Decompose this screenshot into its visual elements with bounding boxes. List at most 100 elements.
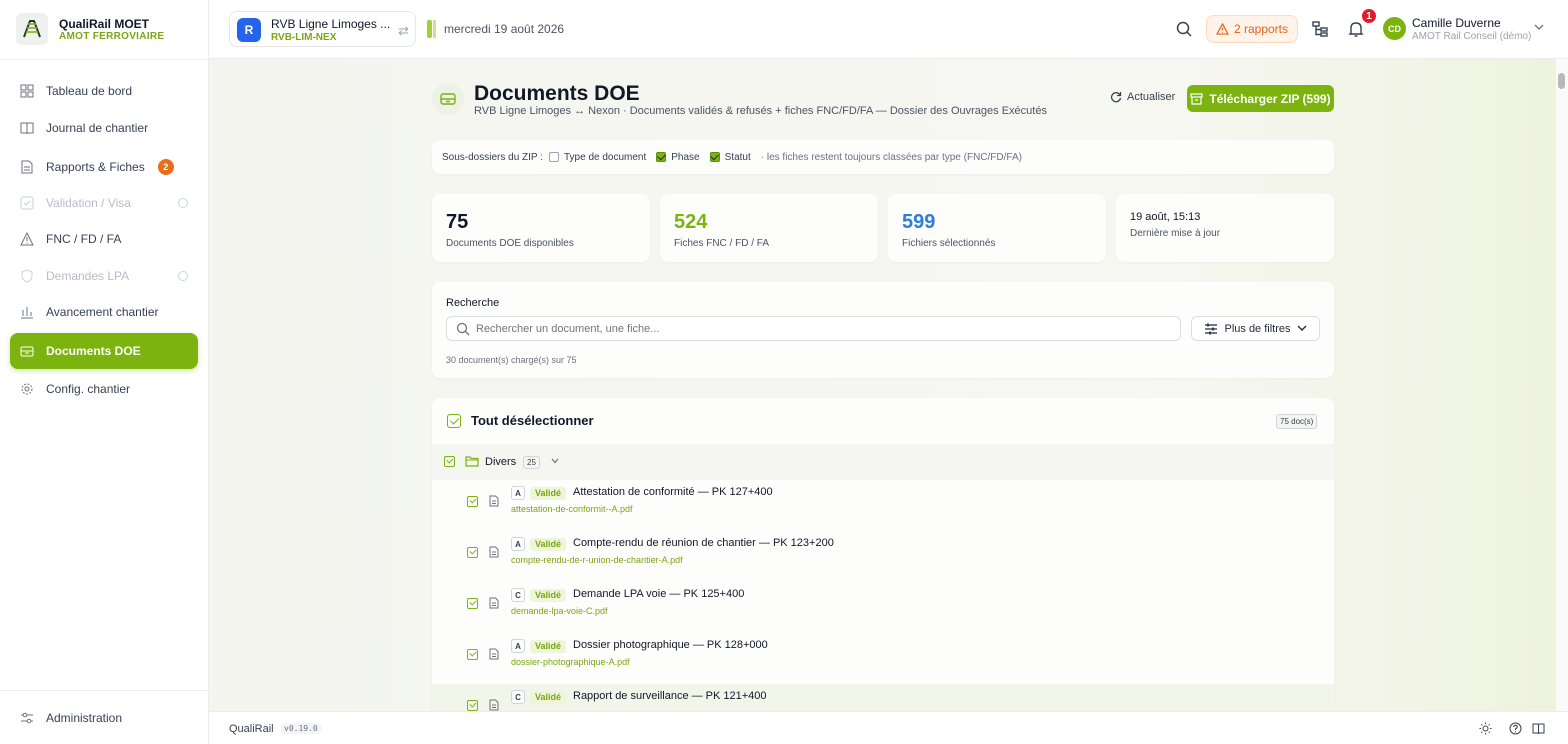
sidebar-item-label: Administration (46, 711, 123, 725)
sidebar-item-label: FNC / FD / FA (46, 232, 122, 246)
stat-value: 524 (674, 211, 708, 233)
shield-icon (21, 269, 33, 283)
list-item[interactable]: C Validé Rapport de surveillance — PK 12… (432, 684, 1334, 711)
checkbox[interactable] (548, 152, 559, 162)
project-selector[interactable]: R RVB Ligne Limoges ... RVB-LIM-NEX ⇄ (229, 11, 416, 47)
document-title[interactable]: Attestation de conformité — PK 127+400 (573, 486, 773, 498)
refresh-icon (1110, 92, 1122, 103)
sidebar-item-config[interactable]: Config. chantier (10, 371, 198, 407)
switch-icon: ⇄ (398, 23, 409, 38)
group-count-badge: 25 (523, 456, 540, 469)
version-badge: C (511, 588, 525, 602)
document-filename[interactable]: compte-rendu-de-r-union-de-chantier-A.pd… (511, 555, 683, 565)
last-update-value: 19 août, 15:13 (1130, 211, 1201, 223)
chevron-down-icon (1297, 325, 1307, 331)
refresh-button[interactable]: Actualiser (1110, 91, 1175, 103)
search-input[interactable] (446, 316, 1181, 341)
document-icon (489, 699, 499, 711)
item-checkbox[interactable] (467, 547, 478, 558)
option-type-document[interactable]: Type de document (548, 151, 647, 163)
list-item[interactable]: C Validé Demande LPA voie — PK 125+400 d… (432, 582, 1334, 633)
documents-list: Tout désélectionner 75 doc(s) Divers 25 … (432, 398, 1334, 711)
stat-card-fiches: 524 Fiches FNC / FD / FA (660, 194, 878, 262)
sitemap-icon[interactable] (1311, 20, 1329, 38)
deselect-all-label[interactable]: Tout désélectionner (471, 413, 594, 428)
archive-icon (20, 346, 34, 357)
main-content: Documents DOE RVB Ligne Limoges ↔ Nexon … (209, 59, 1556, 711)
topbar: R RVB Ligne Limoges ... RVB-LIM-NEX ⇄ me… (209, 0, 1568, 59)
search-icon (456, 322, 470, 336)
avatar[interactable]: CD (1383, 17, 1406, 40)
deselect-all-checkbox[interactable] (447, 414, 461, 428)
document-filename[interactable]: dossier-photographique-A.pdf (511, 657, 630, 667)
item-checkbox[interactable] (467, 649, 478, 660)
project-code: RVB-LIM-NEX (271, 32, 337, 43)
checkbox[interactable] (709, 152, 720, 162)
status-badge: Validé (530, 487, 567, 500)
list-item[interactable]: A Validé Compte-rendu de réunion de chan… (432, 531, 1334, 582)
scrollbar[interactable] (1556, 59, 1568, 711)
group-row-divers[interactable]: Divers 25 (432, 444, 1334, 480)
list-item[interactable]: A Validé Attestation de conformité — PK … (432, 480, 1334, 531)
check-square-icon (20, 196, 34, 210)
item-checkbox[interactable] (467, 496, 478, 507)
status-badge: Validé (530, 538, 567, 551)
zip-options-hint: · les fiches restent toujours classées p… (760, 151, 1022, 163)
document-title[interactable]: Rapport de surveillance — PK 121+400 (573, 690, 767, 702)
list-item[interactable]: A Validé Dossier photographique — PK 128… (432, 633, 1334, 684)
document-title[interactable]: Dossier photographique — PK 128+000 (573, 639, 768, 651)
item-checkbox[interactable] (467, 598, 478, 609)
warning-icon (20, 232, 34, 246)
document-filename[interactable]: attestation-de-conformit--A.pdf (511, 504, 633, 514)
book-icon[interactable] (1532, 722, 1545, 735)
scrollbar-thumb[interactable] (1558, 73, 1565, 89)
item-checkbox[interactable] (467, 700, 478, 711)
more-filters-button[interactable]: Plus de filtres (1191, 316, 1320, 341)
download-zip-label: Télécharger ZIP (599) (1209, 91, 1331, 106)
reports-alert-button[interactable]: 2 rapports (1206, 15, 1298, 43)
version-badge: A (511, 486, 525, 500)
download-zip-button[interactable]: Télécharger ZIP (599) (1187, 85, 1334, 112)
option-label: Type de document (563, 151, 647, 163)
sidebar-item-fnc[interactable]: FNC / FD / FA (10, 221, 198, 257)
stat-card-documents: 75 Documents DOE disponibles (432, 194, 650, 262)
status-badge: Validé (530, 589, 567, 602)
search-icon[interactable] (1175, 20, 1193, 38)
sidebar-item-avancement[interactable]: Avancement chantier (10, 294, 198, 330)
sliders-icon (1205, 323, 1218, 334)
stat-label: Dernière mise à jour (1130, 228, 1221, 239)
sidebar-item-administration[interactable]: Administration (10, 700, 198, 736)
warning-icon (1215, 23, 1229, 35)
version-badge: A (511, 537, 525, 551)
version-badge: C (511, 690, 525, 704)
group-checkbox[interactable] (444, 456, 455, 467)
status-badge: Validé (530, 691, 567, 704)
option-phase[interactable]: Phase (656, 152, 700, 163)
document-filename[interactable]: demande-lpa-voie-C.pdf (511, 606, 608, 616)
sidebar-item-validation: Validation / Visa (10, 185, 198, 221)
sun-icon[interactable] (1479, 722, 1492, 735)
option-statut[interactable]: Statut (709, 152, 751, 163)
archive-icon (1190, 92, 1204, 105)
checkbox[interactable] (656, 152, 667, 162)
folder-icon (465, 456, 479, 467)
train-logo-icon (23, 20, 41, 38)
sidebar-item-tableau-de-bord[interactable]: Tableau de bord (10, 73, 198, 109)
page-title: Documents DOE (474, 82, 640, 105)
version-badge: v0.19.0 (281, 723, 321, 734)
more-filters-label: Plus de filtres (1224, 322, 1291, 335)
sidebar-item-journal[interactable]: Journal de chantier (10, 110, 198, 146)
chevron-down-icon[interactable] (1534, 22, 1544, 32)
sidebar-item-label: Journal de chantier (46, 121, 149, 135)
document-title[interactable]: Demande LPA voie — PK 125+400 (573, 588, 744, 600)
help-icon[interactable] (1509, 722, 1522, 735)
document-title[interactable]: Compte-rendu de réunion de chantier — PK… (573, 537, 834, 549)
app-logo[interactable] (16, 13, 48, 45)
user-name[interactable]: Camille Duverne (1412, 16, 1501, 30)
sidebar-item-label: Rapports & Fiches (46, 160, 145, 174)
sidebar-item-documents-doe[interactable]: Documents DOE (10, 333, 198, 369)
version-badge: A (511, 639, 525, 653)
chevron-down-icon[interactable] (551, 458, 559, 464)
zip-options-bar: Sous-dossiers du ZIP : Type de document … (432, 140, 1334, 174)
sidebar-item-rapports[interactable]: Rapports & Fiches 2 (10, 149, 198, 185)
